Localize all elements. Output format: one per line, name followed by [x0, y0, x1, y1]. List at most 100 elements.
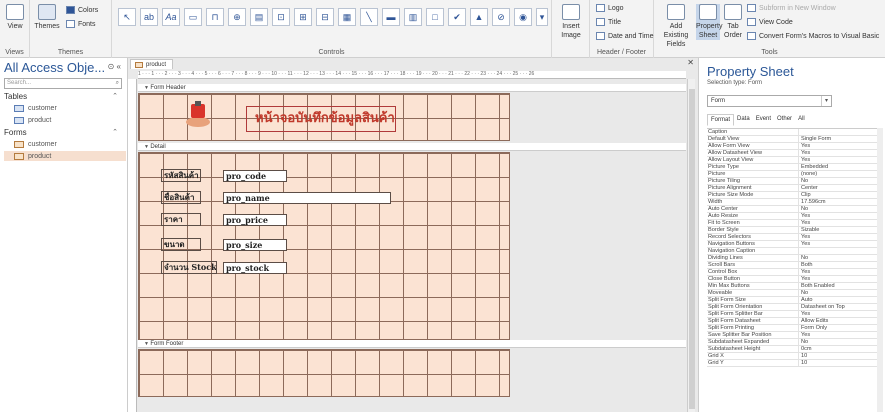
logo-image[interactable] [183, 100, 213, 130]
combo-box-icon[interactable]: ▦ [338, 8, 356, 26]
property-row[interactable]: Split Form Printing Form Only [707, 325, 877, 332]
tab-event[interactable]: Event [753, 114, 774, 126]
form-header-bar[interactable]: Form Header [138, 84, 686, 92]
nav-search-input[interactable]: Search... ⌕ [4, 78, 122, 89]
property-row[interactable]: Border Style Sizable [707, 227, 877, 234]
property-scrollbar[interactable] [877, 128, 883, 412]
field-control-pro-stock[interactable]: pro_stock [223, 262, 287, 274]
label-control-icon[interactable]: Aa [162, 8, 180, 26]
property-value[interactable]: Yes [799, 269, 877, 275]
property-value[interactable]: No [799, 178, 877, 184]
hyperlink-control-icon[interactable]: ⊕ [228, 8, 246, 26]
controls-more-icon[interactable]: ▾ [536, 8, 548, 26]
property-row[interactable]: Grid Y 10 [707, 360, 877, 367]
property-value[interactable]: Yes [799, 157, 877, 163]
property-value[interactable]: Yes [799, 332, 877, 338]
property-value[interactable]: Sizable [799, 227, 877, 233]
tab-all[interactable]: All [795, 114, 808, 126]
property-value[interactable]: 10 [799, 360, 877, 366]
property-row[interactable]: Allow Layout View Yes [707, 157, 877, 164]
property-row[interactable]: Split Form Splitter Bar Yes [707, 311, 877, 318]
select-pointer-icon[interactable]: ↖ [118, 8, 136, 26]
property-row[interactable]: Control Box Yes [707, 269, 877, 276]
field-label-pro-code[interactable]: รหัสสินค้า [161, 169, 201, 182]
logo-button[interactable]: Logo [596, 4, 624, 12]
property-value[interactable]: Yes [799, 241, 877, 247]
property-value[interactable]: Both [799, 262, 877, 268]
property-row[interactable]: Split Form Size Auto [707, 297, 877, 304]
nav-item-customer-form[interactable]: customer [14, 139, 124, 149]
property-row[interactable]: Subdatasheet Height 0cm [707, 346, 877, 353]
selection-combo[interactable]: Form ▾ [707, 95, 832, 107]
chevron-down-icon[interactable]: ▾ [821, 96, 831, 106]
property-value[interactable]: No [799, 206, 877, 212]
detail-section-bar[interactable]: Detail [138, 143, 686, 151]
property-row[interactable]: Split Form Orientation Datasheet on Top [707, 304, 877, 311]
property-value[interactable]: Yes [799, 143, 877, 149]
property-row[interactable]: Auto Center No [707, 206, 877, 213]
property-value[interactable]: Yes [799, 220, 877, 226]
property-row[interactable]: Dividing Lines No [707, 255, 877, 262]
property-value[interactable]: Datasheet on Top [799, 304, 877, 310]
property-row[interactable]: Picture Tiling No [707, 178, 877, 185]
insert-image-button[interactable]: Insert Image [556, 4, 586, 40]
property-row[interactable]: Picture Alignment Center [707, 185, 877, 192]
field-control-pro-name[interactable]: pro_name [223, 192, 391, 204]
title-button[interactable]: Title [596, 18, 621, 26]
colors-button[interactable]: Colors [66, 6, 98, 14]
tab-other[interactable]: Other [774, 114, 795, 126]
button-control-icon[interactable]: ▭ [184, 8, 202, 26]
nav-section-forms[interactable]: Forms ⌃ [4, 128, 122, 137]
property-value[interactable]: Yes [799, 234, 877, 240]
property-value[interactable]: No [799, 255, 877, 261]
property-row[interactable]: Min Max Buttons Both Enabled [707, 283, 877, 290]
date-time-button[interactable]: Date and Time [596, 32, 654, 40]
form-footer-grid[interactable] [138, 349, 510, 397]
nav-item-product-form[interactable]: product [4, 151, 126, 161]
close-icon[interactable]: ✕ [687, 58, 694, 67]
toggle-button-icon[interactable]: ▬ [382, 8, 400, 26]
property-row[interactable]: Save Splitter Bar Position Yes [707, 332, 877, 339]
property-value[interactable] [799, 248, 877, 254]
nav-title[interactable]: All Access Obje... [4, 60, 105, 75]
doc-tab-product[interactable]: product [130, 59, 174, 69]
form-header-grid[interactable]: หน้าจอบันทึกข้อมูลสินค้า [138, 93, 510, 141]
field-control-pro-size[interactable]: pro_size [223, 239, 287, 251]
property-value[interactable]: Embedded [799, 164, 877, 170]
property-row[interactable]: Fit to Screen Yes [707, 220, 877, 227]
property-row[interactable]: Scroll Bars Both [707, 262, 877, 269]
tab-data[interactable]: Data [734, 114, 753, 126]
add-existing-fields-button[interactable]: Add Existing Fields [658, 4, 694, 49]
property-value[interactable]: Yes [799, 276, 877, 282]
form-footer-bar[interactable]: Form Footer [138, 340, 686, 348]
subform-new-window-button[interactable]: Subform in New Window [747, 4, 836, 12]
property-row[interactable]: Moveable No [707, 290, 877, 297]
themes-button[interactable]: Themes [32, 4, 62, 31]
attachment-control-icon[interactable]: ⊘ [492, 8, 510, 26]
tab-format[interactable]: Format [707, 114, 735, 126]
checkbox-control-icon[interactable]: ✔ [448, 8, 466, 26]
property-row[interactable]: Record Selectors Yes [707, 234, 877, 241]
field-label-pro-size[interactable]: ขนาด [161, 238, 201, 251]
nav-section-tables[interactable]: Tables ⌃ [4, 92, 122, 101]
tab-control-icon[interactable]: ⊓ [206, 8, 224, 26]
scroll-thumb[interactable] [689, 89, 695, 409]
webbrowser-control-icon[interactable]: ▤ [250, 8, 268, 26]
field-label-pro-price[interactable]: ราคา [161, 213, 201, 226]
nav-item-customer-table[interactable]: customer [14, 103, 124, 113]
property-value[interactable]: 10 [799, 353, 877, 359]
property-row[interactable]: Allow Datasheet View Yes [707, 150, 877, 157]
vertical-scrollbar[interactable] [687, 79, 695, 412]
field-label-pro-name[interactable]: ชื่อสินค้า [161, 191, 201, 204]
property-value[interactable]: Both Enabled [799, 283, 877, 289]
property-value[interactable]: No [799, 290, 877, 296]
option-group-icon[interactable]: ⊞ [294, 8, 312, 26]
property-value[interactable]: Auto [799, 297, 877, 303]
property-value[interactable]: Clip [799, 192, 877, 198]
field-label-pro-stock[interactable]: จำนวน Stock [161, 261, 217, 274]
nav-item-product-table[interactable]: product [14, 115, 124, 125]
view-button[interactable]: View [0, 4, 30, 31]
property-row[interactable]: Close Button Yes [707, 276, 877, 283]
property-value[interactable]: Yes [799, 311, 877, 317]
property-value[interactable]: 17.596cm [799, 199, 877, 205]
